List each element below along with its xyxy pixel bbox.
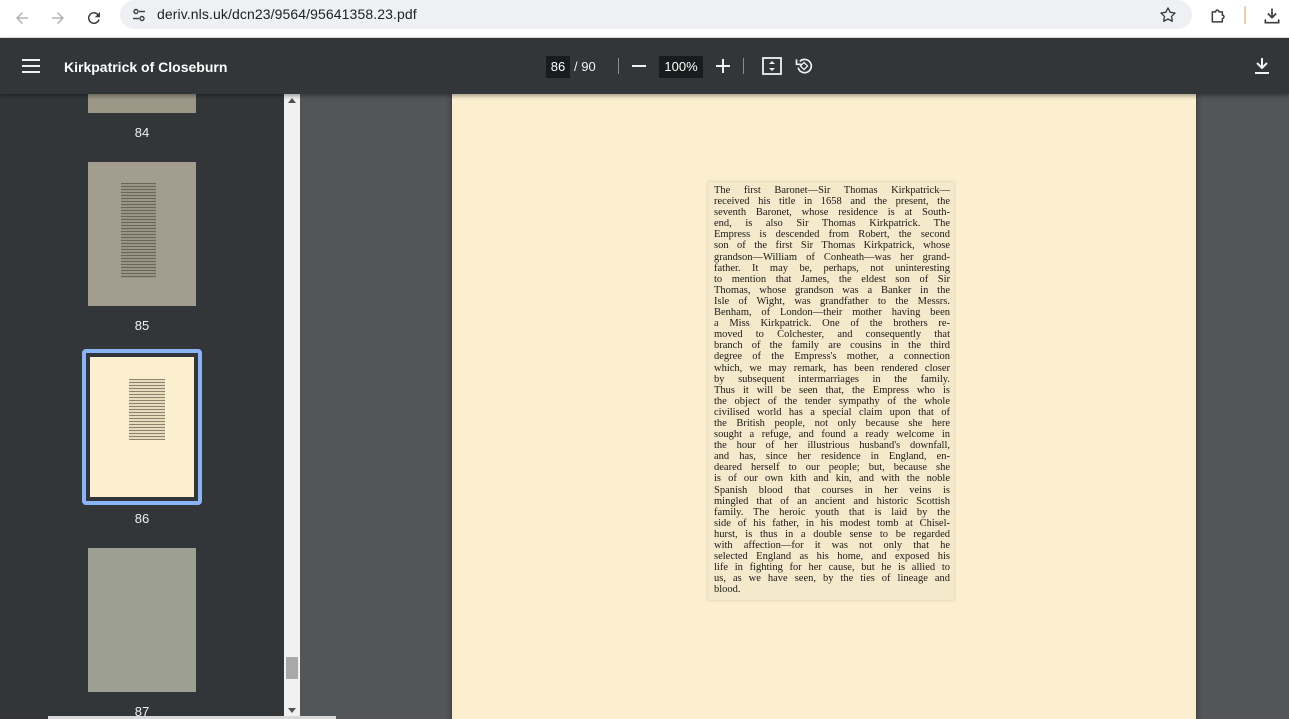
article-line: degree of the Empress's mother, a connec… (714, 351, 950, 363)
article-line: Empress is descended from Robert, the se… (714, 229, 950, 241)
article-line: son of the first Sir Thomas Kirkpatrick,… (714, 240, 950, 252)
thumbnail-page-85[interactable] (88, 162, 196, 306)
downloads-button[interactable] (1258, 3, 1286, 29)
article-line: Isle of Wight, was grandfather to the Me… (714, 295, 950, 307)
thumbnail-page-84[interactable] (88, 94, 196, 113)
article-line: to mention that James, the eldest son of… (714, 273, 950, 285)
fit-to-page-button[interactable] (760, 54, 784, 78)
article-line: side of his father, in his modest tomb a… (714, 517, 950, 529)
thumbnail-label: 86 (134, 511, 150, 526)
article-line: the British people, not only because she… (714, 417, 950, 429)
scrollbar-thumb[interactable] (286, 657, 298, 679)
article-line: branch of the family are cousins in the … (714, 340, 950, 352)
hamburger-menu-icon (22, 59, 40, 73)
minus-icon (632, 65, 646, 67)
scroll-up-arrow-icon[interactable] (288, 98, 296, 103)
document-viewer[interactable]: The first Baronet—Sir Thomas Kirkpatrick… (300, 94, 1289, 719)
article-text: The first Baronet—Sir Thomas Kirkpatrick… (714, 185, 950, 595)
thumbnail-page-87[interactable] (88, 548, 196, 692)
article-line: deared herself to our people; but, becau… (714, 462, 950, 474)
article-line: family. The heroic youth that is laid by… (714, 506, 950, 518)
article-line: selected England as his home, and expose… (714, 551, 950, 563)
star-icon (1160, 7, 1176, 22)
article-line: which, we may remark, has been rendered … (714, 362, 950, 374)
article-line: moved to Colchester, and consequently th… (714, 329, 950, 341)
forward-button[interactable] (43, 3, 73, 33)
browser-toolbar: deriv.nls.uk/dcn23/9564/95641358.23.pdf (0, 0, 1289, 38)
page-number-input[interactable]: 86 (546, 56, 570, 78)
article-line: Thomas, whose grandson was a Banker in t… (714, 284, 950, 296)
thumbnail-text-block (121, 183, 156, 278)
article-line: mingled that of an ancient and historic … (714, 495, 950, 507)
fit-to-page-icon (762, 57, 782, 75)
pdf-page: The first Baronet—Sir Thomas Kirkpatrick… (452, 94, 1196, 719)
thumbnail-sidebar: 84 85 86 87 (0, 94, 284, 719)
reload-icon (87, 12, 100, 25)
article-line: end, is also Sir Thomas Kirkpatrick. The (714, 218, 950, 230)
newspaper-clipping: The first Baronet—Sir Thomas Kirkpatrick… (708, 182, 954, 600)
article-line: the object of the tender sympathy of the… (714, 395, 950, 407)
bookmark-button[interactable] (1158, 5, 1178, 25)
article-line: and has, since her residence in England,… (714, 451, 950, 463)
reload-button[interactable] (79, 3, 109, 33)
extensions-button[interactable] (1206, 3, 1232, 29)
article-line: a Miss Kirkpatrick. One of the brothers … (714, 318, 950, 330)
thumbnail-page-86 (90, 357, 194, 497)
article-line: received his title in 1658 and the prese… (714, 196, 950, 208)
zoom-input[interactable]: 100% (659, 56, 703, 78)
thumbnail-page-86-selected[interactable] (82, 349, 202, 505)
scroll-down-arrow-icon[interactable] (288, 708, 296, 713)
download-icon (1255, 58, 1269, 74)
thumbnail-label: 85 (134, 318, 150, 333)
arrow-right-icon (52, 12, 64, 24)
article-line: is of our own kith and kin, and with the… (714, 473, 950, 485)
rotate-counterclockwise-icon (795, 58, 813, 74)
zoom-in-button[interactable] (712, 54, 734, 78)
puzzle-icon (1211, 9, 1225, 23)
toolbar-divider (618, 58, 619, 74)
article-line: Benham, of London—their mother having be… (714, 307, 950, 319)
article-line: blood. (714, 584, 741, 596)
article-line: hurst, is thus in a double sense to be r… (714, 528, 950, 540)
article-line: Thus it will be seen that, the Empress w… (714, 384, 950, 396)
toolbar-separator (1244, 6, 1246, 24)
toolbar-divider (743, 58, 744, 74)
thumbnail-label: 84 (134, 125, 150, 140)
site-info-button[interactable] (128, 4, 150, 26)
article-line: by subsequent intermarriages in the fami… (714, 373, 950, 385)
plus-icon (716, 59, 730, 73)
pdf-toolbar: Kirkpatrick of Closeburn 86 / 90 100% (0, 38, 1289, 94)
article-line: father. It may be, perhaps, not unintere… (714, 262, 950, 274)
sidebar-menu-button[interactable] (18, 54, 44, 78)
article-line: civilised world has a special claim upon… (714, 406, 950, 418)
article-line: grandson—William of Conheath—was her gra… (714, 251, 950, 263)
zoom-out-button[interactable] (628, 54, 650, 78)
download-icon (1264, 8, 1280, 24)
article-line: life in fighting for her cause, but he i… (714, 562, 950, 574)
article-line: seventh Baronet, whose residence is at S… (714, 207, 950, 219)
url-text[interactable]: deriv.nls.uk/dcn23/9564/95641358.23.pdf (157, 6, 417, 22)
article-line: The first Baronet—Sir Thomas Kirkpatrick… (714, 185, 950, 196)
document-title: Kirkpatrick of Closeburn (64, 59, 228, 75)
address-bar[interactable]: deriv.nls.uk/dcn23/9564/95641358.23.pdf (120, 0, 1192, 29)
thumbnail-text-block (129, 379, 165, 440)
rotate-button[interactable] (792, 54, 816, 78)
sidebar-scrollbar[interactable] (284, 94, 300, 719)
article-line: sought a refuge, and found a ready welco… (714, 429, 950, 441)
back-button[interactable] (7, 3, 37, 33)
page-total: / 90 (574, 59, 596, 74)
arrow-left-icon (16, 12, 28, 24)
article-line: Spanish blood that courses in her veins … (714, 484, 950, 496)
article-line: us, as we have seen, by the ties of line… (714, 573, 950, 585)
article-line: with affection—for it was not only that … (714, 540, 950, 551)
article-line: the hour of her illustrious husband's do… (714, 440, 950, 452)
pdf-download-button[interactable] (1250, 54, 1274, 78)
tune-icon (133, 8, 145, 22)
